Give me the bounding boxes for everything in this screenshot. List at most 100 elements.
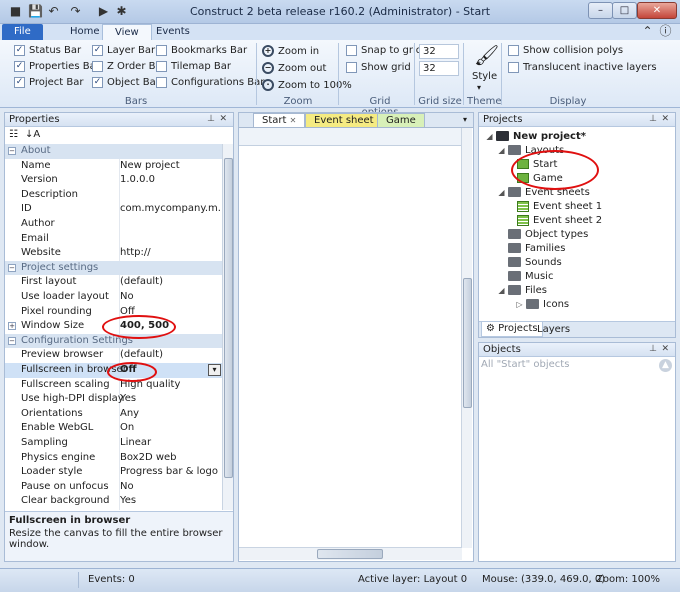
configurations-bar-checkbox[interactable]: Configurations Bar xyxy=(156,77,264,88)
property-value[interactable]: Progress bar & logo xyxy=(120,466,218,477)
scrollbar-thumb[interactable] xyxy=(224,158,233,478)
maximize-button[interactable]: □ xyxy=(612,2,637,19)
close-icon[interactable]: ✕ xyxy=(219,113,227,126)
property-row[interactable]: ID com.mycompany.m... xyxy=(5,202,227,217)
tab-game[interactable]: Game xyxy=(377,113,425,127)
property-row[interactable]: Website http:// xyxy=(5,246,223,261)
folder-object-types[interactable]: Object types xyxy=(508,227,588,241)
project-root[interactable]: ◢ New project* xyxy=(485,129,586,143)
tab-file[interactable]: File xyxy=(2,24,43,40)
minimize-button[interactable]: – xyxy=(588,2,613,19)
layout-vertical-scrollbar[interactable] xyxy=(461,128,472,548)
collapse-icon[interactable]: − xyxy=(8,336,16,345)
property-row[interactable]: Name New project xyxy=(5,159,223,174)
zoom-out-button[interactable]: − Zoom out xyxy=(262,62,326,74)
z-order-bar-checkbox[interactable]: Z Order Bar xyxy=(92,61,166,72)
property-value[interactable]: No xyxy=(120,481,134,492)
property-value[interactable]: On xyxy=(120,422,134,433)
objects-filter-input[interactable]: All "Start" objects xyxy=(481,359,659,373)
grid-width-input[interactable]: 32 xyxy=(419,44,459,59)
property-row[interactable]: Loader style Progress bar & logo xyxy=(5,465,223,480)
folder-families[interactable]: Families xyxy=(508,241,565,255)
bookmarks-bar-checkbox[interactable]: Bookmarks Bar xyxy=(156,45,247,56)
property-row[interactable]: Physics engine Box2D web xyxy=(5,451,223,466)
project-bar-checkbox[interactable]: ✓ Project Bar xyxy=(14,77,84,88)
property-value[interactable]: (default) xyxy=(120,276,163,287)
property-category[interactable]: − About xyxy=(5,144,223,159)
pin-icon[interactable]: ⊥ xyxy=(649,113,657,126)
tilemap-bar-checkbox[interactable]: Tilemap Bar xyxy=(156,61,231,72)
sort-alpha-icon[interactable]: ↓A xyxy=(25,129,40,140)
close-button[interactable]: ✕ xyxy=(637,2,677,19)
property-value[interactable]: com.mycompany.m... xyxy=(120,203,227,214)
tab-projects[interactable]: ⚙ Projects xyxy=(481,322,543,337)
layout-editor: Start ✕ Event sheet 1 Game ▾ xyxy=(238,112,474,562)
property-value[interactable]: Linear xyxy=(120,437,151,448)
property-row[interactable]: Description xyxy=(5,188,223,203)
collapse-icon[interactable]: − xyxy=(8,147,16,155)
property-value[interactable]: Box2D web xyxy=(120,452,177,463)
expand-icon[interactable]: + xyxy=(8,322,16,331)
layout-horizontal-scrollbar[interactable] xyxy=(239,547,462,560)
property-row[interactable]: First layout (default) xyxy=(5,275,223,290)
help-icon[interactable]: ⓘ xyxy=(658,24,673,39)
property-row[interactable]: Use high-DPI display Yes xyxy=(5,392,223,407)
property-row[interactable]: Version 1.0.0.0 xyxy=(5,173,223,188)
property-row[interactable]: Pause on unfocus No xyxy=(5,480,223,495)
scrollbar-thumb[interactable] xyxy=(463,278,472,408)
property-row[interactable]: Preview browser (default) xyxy=(5,348,223,363)
dropdown-arrow-icon[interactable]: ▾ xyxy=(208,364,221,376)
property-category[interactable]: − Project settings xyxy=(5,260,223,276)
property-row[interactable]: Email xyxy=(5,232,223,247)
tab-start[interactable]: Start ✕ xyxy=(253,113,306,127)
tab-list-dropdown-icon[interactable]: ▾ xyxy=(463,115,467,124)
zoom-in-button[interactable]: + Zoom in xyxy=(262,45,319,57)
categorized-icon[interactable]: ☷ xyxy=(9,129,18,140)
property-value[interactable]: New project xyxy=(120,160,180,171)
status-bar-checkbox[interactable]: ✓ Status Bar xyxy=(14,45,81,56)
property-row[interactable]: Orientations Any xyxy=(5,407,223,422)
property-row[interactable]: Fullscreen scaling High quality xyxy=(5,378,223,393)
properties-scrollbar[interactable] xyxy=(222,144,233,510)
show-grid-checkbox[interactable]: Show grid xyxy=(346,62,411,73)
property-value[interactable]: http:// xyxy=(120,247,151,258)
event-sheet-2[interactable]: Event sheet 2 xyxy=(517,213,602,227)
property-value[interactable]: Any xyxy=(120,408,139,419)
properties-bar-checkbox[interactable]: ✓ Properties Bar xyxy=(14,61,100,72)
translucent-inactive-layers-checkbox[interactable]: Translucent inactive layers xyxy=(508,62,657,73)
layer-bar-checkbox[interactable]: ✓ Layer Bar xyxy=(92,45,155,56)
folder-sounds[interactable]: Sounds xyxy=(508,255,562,269)
property-row[interactable]: Clear background Yes xyxy=(5,494,223,509)
property-value[interactable]: Yes xyxy=(120,393,136,404)
tab-events[interactable]: Events xyxy=(144,24,202,40)
brush-icon[interactable]: 🖌 xyxy=(474,43,499,67)
close-icon[interactable]: ✕ xyxy=(661,113,669,126)
property-value[interactable]: Yes xyxy=(120,495,136,506)
objects-up-icon[interactable]: ▲ xyxy=(659,359,672,372)
folder-files[interactable]: ◢ Files xyxy=(497,283,547,297)
pin-icon[interactable]: ⊥ xyxy=(649,343,657,356)
property-value[interactable]: 1.0.0.0 xyxy=(120,174,155,185)
property-row[interactable]: Sampling Linear xyxy=(5,436,223,451)
show-collision-polys-checkbox[interactable]: Show collision polys xyxy=(508,45,623,56)
style-button[interactable]: Style xyxy=(472,71,497,82)
property-value[interactable]: No xyxy=(120,291,134,302)
property-value[interactable]: (default) xyxy=(120,349,163,360)
property-row[interactable]: Enable WebGL On xyxy=(5,421,223,436)
chevron-down-icon[interactable]: ▾ xyxy=(477,83,481,92)
close-icon[interactable]: ✕ xyxy=(661,343,669,356)
snap-to-grid-checkbox[interactable]: Snap to grid xyxy=(346,45,422,56)
property-row[interactable]: Author xyxy=(5,217,223,232)
tab-layers[interactable]: Layers xyxy=(537,323,570,337)
event-sheet-1[interactable]: Event sheet 1 xyxy=(517,199,602,213)
object-bar-checkbox[interactable]: ✓ Object Bar xyxy=(92,77,160,88)
folder-music[interactable]: Music xyxy=(508,269,553,283)
grid-height-input[interactable]: 32 xyxy=(419,61,459,76)
scrollbar-thumb[interactable] xyxy=(317,549,383,559)
properties-header: Properties ✕ ⊥ xyxy=(5,113,233,127)
property-row[interactable]: Use loader layout No xyxy=(5,290,223,305)
collapse-icon[interactable]: − xyxy=(8,263,16,272)
pin-icon[interactable]: ⊥ xyxy=(207,113,215,126)
folder-icons[interactable]: ▷ Icons xyxy=(515,297,569,311)
collapse-ribbon-icon[interactable]: ⌃ xyxy=(640,24,655,39)
